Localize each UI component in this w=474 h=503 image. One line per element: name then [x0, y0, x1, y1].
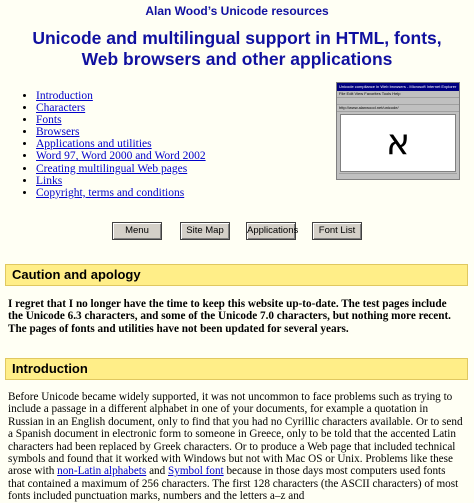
- browser-statusbar: [339, 173, 457, 178]
- applications-button[interactable]: Applications: [246, 222, 298, 240]
- caution-heading: Caution and apology: [12, 267, 141, 282]
- toc-link-word[interactable]: Word 97, Word 2000 and Word 2002: [36, 150, 206, 162]
- site-title: Alan Wood’s Unicode resources: [145, 4, 329, 18]
- toc-link-characters[interactable]: Characters: [36, 102, 85, 114]
- toc-link-links[interactable]: Links: [36, 175, 62, 187]
- toc-item-characters: Characters: [36, 102, 206, 114]
- browser-address-bar: http://www.alanwood.net/unicode/: [337, 105, 459, 112]
- toc-link-introduction[interactable]: Introduction: [36, 90, 93, 102]
- caution-heading-bar: Caution and apology: [5, 264, 468, 286]
- nav-button-bar: Menu Site Map Applications Font List: [112, 222, 367, 240]
- hebrew-alef-glyph: א: [340, 114, 456, 172]
- toc-link-copyright[interactable]: Copyright, terms and conditions: [36, 187, 184, 199]
- toc-link-browsers[interactable]: Browsers: [36, 126, 79, 138]
- browser-toolbar: [337, 98, 459, 105]
- menu-button[interactable]: Menu: [112, 222, 162, 240]
- non-latin-alphabets-link[interactable]: non-Latin alphabets: [57, 465, 146, 477]
- table-of-contents: Introduction Characters Fonts Browsers A…: [22, 90, 206, 199]
- caution-text: I regret that I no longer have the time …: [8, 298, 451, 335]
- toc-item-copyright: Copyright, terms and conditions: [36, 187, 206, 199]
- toc-link-multilingual[interactable]: Creating multilingual Web pages: [36, 163, 187, 175]
- page-title: Unicode and multilingual support in HTML…: [32, 28, 442, 69]
- toc-link-applications[interactable]: Applications and utilities: [36, 138, 152, 150]
- toc-item-multilingual: Creating multilingual Web pages: [36, 163, 206, 175]
- introduction-text: Before Unicode became widely supported, …: [8, 391, 463, 503]
- conjunction-and: and: [146, 465, 169, 478]
- toc-item-browsers: Browsers: [36, 126, 206, 138]
- introduction-heading-bar: Introduction: [5, 358, 468, 380]
- toc-item-applications: Applications and utilities: [36, 138, 206, 150]
- site-map-button[interactable]: Site Map: [180, 222, 230, 240]
- symbol-font-link[interactable]: Symbol font: [168, 465, 224, 477]
- browser-menubar: File Edit View Favorites Tools Help: [337, 91, 459, 98]
- toc-item-links: Links: [36, 175, 206, 187]
- toc-link-fonts[interactable]: Fonts: [36, 114, 62, 126]
- font-list-button[interactable]: Font List: [312, 222, 362, 240]
- toc-item-introduction: Introduction: [36, 90, 206, 102]
- toc-item-fonts: Fonts: [36, 114, 206, 126]
- toc-item-word: Word 97, Word 2000 and Word 2002: [36, 150, 206, 162]
- browser-screenshot: Unicode compliance in Web browsers - Mic…: [336, 82, 460, 180]
- browser-titlebar: Unicode compliance in Web browsers - Mic…: [337, 83, 459, 91]
- introduction-heading: Introduction: [12, 361, 88, 376]
